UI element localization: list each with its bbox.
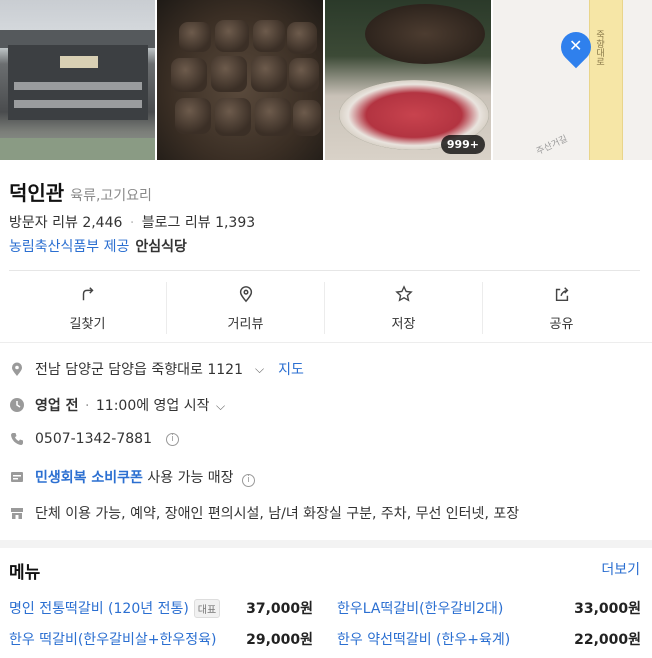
menu-item-name[interactable]: 한우 약선떡갈비 (한우+육계) bbox=[337, 629, 510, 649]
streetview-button[interactable]: 거리뷰 bbox=[167, 282, 325, 334]
map-link[interactable]: 지도 bbox=[278, 359, 304, 379]
save-label: 저장 bbox=[391, 316, 416, 332]
building-window-row bbox=[14, 100, 142, 108]
place-category: 육류,고기요리 bbox=[70, 188, 152, 204]
blog-reviews-count[interactable]: 1,393 bbox=[215, 215, 255, 231]
grill-pan bbox=[365, 4, 485, 64]
chevron-down-icon[interactable]: ⌵ bbox=[255, 362, 264, 377]
place-header: 덕인관 육류,고기요리 bbox=[9, 177, 152, 206]
chevron-down-icon[interactable]: ⌵ bbox=[216, 399, 225, 413]
tteokgalbi-photo[interactable] bbox=[157, 0, 323, 160]
clock-icon bbox=[9, 397, 25, 413]
directions-button[interactable]: 길찾기 bbox=[9, 282, 167, 334]
info-icon[interactable]: i bbox=[242, 474, 256, 487]
representative-badge: 대표 bbox=[193, 598, 221, 618]
menu-section-title: 메뉴 bbox=[9, 563, 41, 583]
amenities-text: 단체 이용 가능, 예약, 장애인 편의시설, 남/녀 화장실 구분, 주차, … bbox=[35, 506, 520, 522]
building-window-row bbox=[14, 82, 142, 90]
menu-item-price: 29,000원 bbox=[246, 632, 313, 648]
coupon-row: 민생회복 소비쿠폰 사용 가능 매장 i bbox=[9, 467, 256, 487]
map-thumbnail[interactable]: 죽향대로 주산거길 ✕ bbox=[493, 0, 652, 160]
directions-icon bbox=[79, 285, 97, 307]
share-button[interactable]: 공유 bbox=[483, 282, 640, 334]
patty bbox=[287, 22, 317, 54]
phone-number[interactable]: 0507-1342-7881 bbox=[35, 431, 152, 447]
phone-row: 0507-1342-7881 i bbox=[9, 431, 179, 447]
provider-line[interactable]: 농림축산식품부 제공 안심식당 bbox=[9, 236, 187, 256]
info-icon[interactable]: i bbox=[166, 432, 179, 446]
building-sign bbox=[60, 56, 98, 68]
menu-item-price: 22,000원 bbox=[574, 632, 641, 648]
location-pin-icon bbox=[9, 361, 25, 377]
visitor-reviews-count[interactable]: 2,446 bbox=[82, 215, 122, 231]
coupon-label[interactable]: 민생회복 소비쿠폰 bbox=[35, 470, 143, 486]
place-name: 덕인관 bbox=[9, 181, 65, 205]
address-row: 전남 담양군 담양읍 죽향대로 1121 ⌵ 지도 bbox=[9, 359, 304, 379]
streetview-label: 거리뷰 bbox=[227, 316, 264, 332]
menu-item-price: 37,000원 bbox=[246, 601, 313, 617]
business-hours: 11:00에 영업 시작 bbox=[95, 398, 210, 414]
photo-strip: 999+ 죽향대로 주산거길 ✕ bbox=[0, 0, 652, 160]
separator-dot: · bbox=[84, 398, 90, 414]
star-icon bbox=[394, 284, 413, 307]
menu-item-name[interactable]: 명인 전통떡갈비 (120년 전통) bbox=[9, 598, 189, 618]
patty bbox=[251, 56, 287, 92]
streetview-pin-icon bbox=[237, 285, 255, 307]
address-text[interactable]: 전남 담양군 담양읍 죽향대로 1121 bbox=[35, 359, 243, 379]
directions-label: 길찾기 bbox=[69, 316, 106, 332]
phone-icon bbox=[9, 431, 25, 447]
menu-item[interactable]: 명인 전통떡갈비 (120년 전통) 대표 37,000원 bbox=[9, 598, 313, 618]
restaurant-exterior-photo[interactable] bbox=[0, 0, 155, 160]
divider bbox=[0, 342, 652, 343]
safe-restaurant-badge[interactable]: 안심식당 bbox=[135, 236, 187, 256]
menu-item[interactable]: 한우 약선떡갈비 (한우+육계) 22,000원 bbox=[337, 629, 641, 649]
menu-item[interactable]: 한우LA떡갈비(한우갈비2대) 33,000원 bbox=[337, 598, 641, 618]
coupon-icon bbox=[9, 469, 25, 485]
map-road-label: 죽향대로 bbox=[594, 30, 604, 66]
blog-reviews-label[interactable]: 블로그 리뷰 bbox=[142, 215, 211, 231]
business-status: 영업 전 bbox=[35, 398, 79, 414]
action-bar: 길찾기 거리뷰 저장 공유 bbox=[9, 282, 640, 334]
patty bbox=[293, 100, 321, 136]
hours-row[interactable]: 영업 전 · 11:00에 영업 시작 ⌵ bbox=[9, 395, 225, 415]
patty bbox=[255, 98, 291, 136]
patty bbox=[215, 20, 249, 52]
patty bbox=[289, 58, 319, 92]
review-summary: 방문자 리뷰 2,446 · 블로그 리뷰 1,393 bbox=[9, 212, 255, 232]
coupon-text: 사용 가능 매장 bbox=[147, 470, 234, 486]
menu-more-link[interactable]: 더보기 bbox=[601, 559, 640, 579]
patty bbox=[171, 58, 207, 92]
visitor-reviews-label[interactable]: 방문자 리뷰 bbox=[9, 215, 78, 231]
fork-knife-icon: ✕ bbox=[569, 36, 583, 55]
separator-dot: · bbox=[129, 215, 135, 231]
menu-item-name[interactable]: 한우LA떡갈비(한우갈비2대) bbox=[337, 598, 503, 618]
divider bbox=[9, 270, 640, 271]
map-road-label: 주산거길 bbox=[535, 134, 570, 158]
amenities-row: 단체 이용 가능, 예약, 장애인 편의시설, 남/녀 화장실 구분, 주차, … bbox=[9, 503, 519, 523]
patty bbox=[179, 22, 211, 52]
store-icon bbox=[9, 505, 25, 521]
patty bbox=[211, 56, 247, 92]
menu-item-price: 33,000원 bbox=[574, 601, 641, 617]
patty bbox=[175, 98, 211, 134]
menu-item[interactable]: 한우 떡갈비(한우갈비살+한우정육) 29,000원 bbox=[9, 629, 313, 649]
save-button[interactable]: 저장 bbox=[325, 282, 483, 334]
patty bbox=[253, 20, 285, 52]
section-divider bbox=[0, 540, 652, 548]
provider-text[interactable]: 농림축산식품부 제공 bbox=[9, 236, 129, 256]
menu-item-name[interactable]: 한우 떡갈비(한우갈비살+한우정육) bbox=[9, 629, 216, 649]
photo-count-badge[interactable]: 999+ bbox=[440, 135, 485, 154]
map-road bbox=[589, 0, 623, 160]
share-label: 공유 bbox=[549, 316, 574, 332]
share-icon bbox=[553, 285, 571, 307]
patty bbox=[215, 98, 251, 136]
grass bbox=[0, 138, 155, 160]
grill-photo[interactable]: 999+ bbox=[325, 0, 491, 160]
